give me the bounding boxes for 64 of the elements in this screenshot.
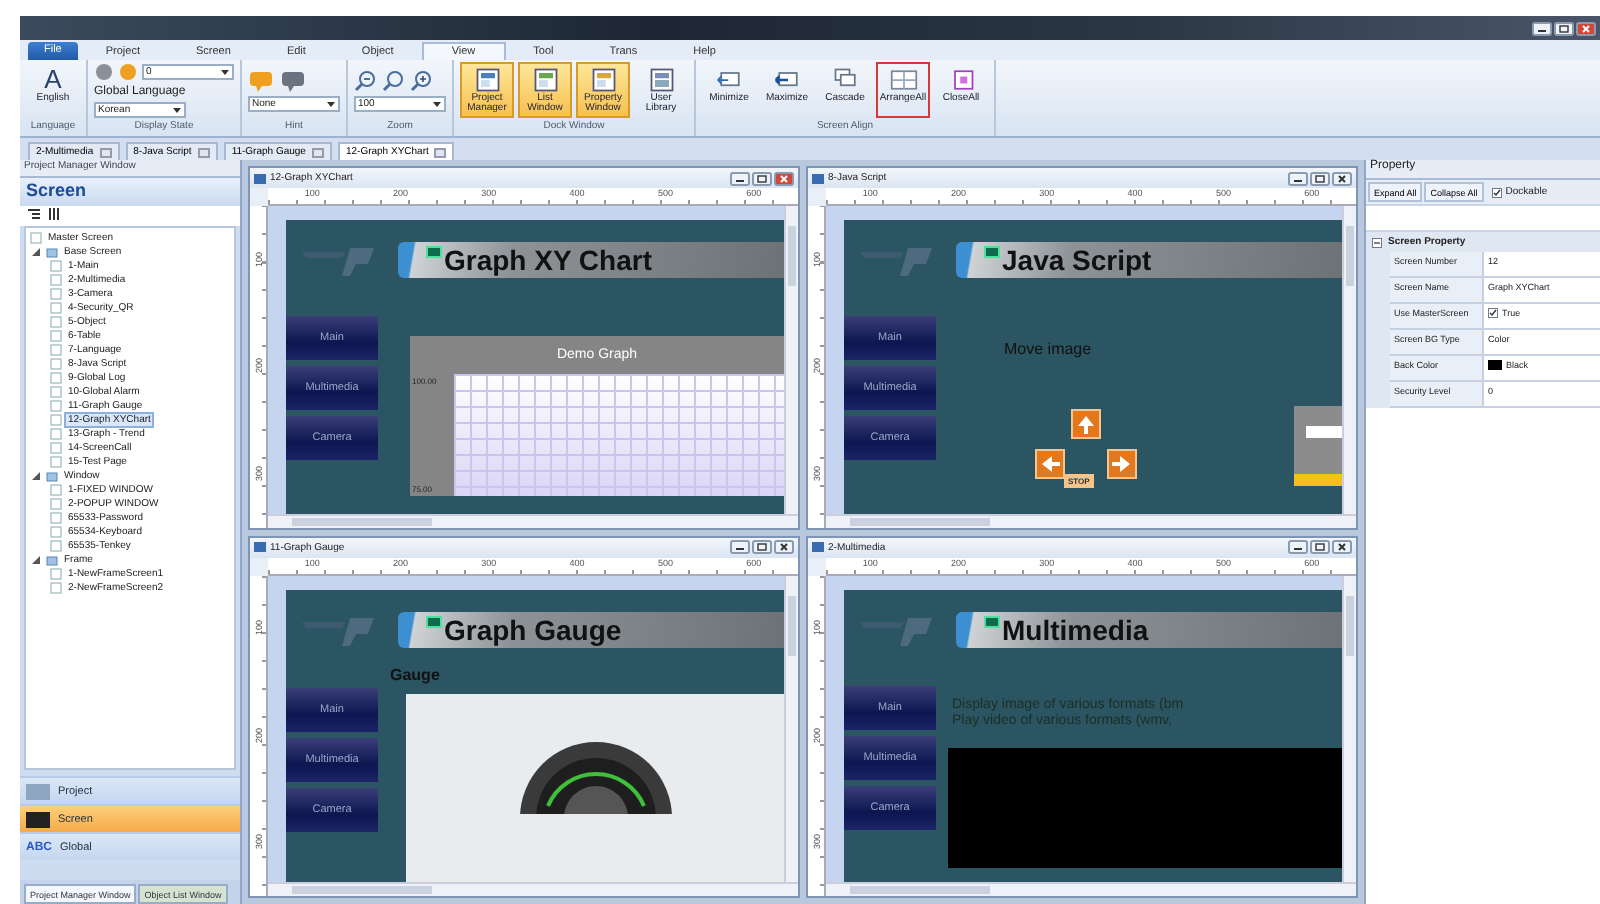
grid-icon [647,66,675,94]
minimize-icon[interactable] [730,540,750,554]
tree-view-icon[interactable] [28,208,40,220]
expand-arrow-icon[interactable] [30,553,42,565]
maximize-icon[interactable] [1310,540,1330,554]
circle-icon[interactable] [94,62,114,82]
project-icon [26,783,50,799]
window-icon [812,542,824,552]
magnifier-icon[interactable] [382,69,404,91]
dropdown-caret-icon[interactable] [432,99,442,107]
close-icon[interactable] [1332,171,1352,185]
maximize-icon[interactable] [752,171,772,185]
object-tag-icon [426,246,442,258]
window-icon [812,173,824,183]
scrollbar[interactable] [784,575,798,882]
maximize-icon[interactable] [752,540,772,554]
object-tag-icon [426,615,442,627]
folder-icon [46,469,58,481]
banner-title: Graph XY Chart [444,244,652,276]
banner-title: Multimedia [1002,613,1149,645]
expand-arrow-icon[interactable] [30,245,42,257]
scrollbar[interactable] [1342,206,1356,513]
window-icon [254,542,266,552]
scrollbar[interactable] [826,882,1356,896]
minimize-icon[interactable] [1288,171,1308,185]
window-icon [473,66,501,94]
magnifier-icon[interactable] [410,69,432,91]
banner-title: Java Script [1002,244,1152,276]
scrollbar[interactable] [784,206,798,513]
page-icon [30,231,42,243]
dropdown-caret-icon[interactable] [326,99,336,107]
window-icon [254,173,266,183]
panel-drawing [1294,406,1342,486]
object-tag-icon [984,615,1000,627]
minimize-icon[interactable] [1532,21,1552,35]
object-tag-icon [984,246,1000,258]
maximize-icon[interactable] [1310,171,1330,185]
caption: Gauge [390,665,440,683]
minimize-icon[interactable] [730,171,750,185]
scrollbar[interactable] [1342,575,1356,882]
caption: Move image [1004,340,1092,358]
grid-view-icon[interactable] [48,208,60,220]
dropdown-caret-icon[interactable] [172,106,182,114]
close-icon[interactable] [1576,21,1596,35]
speech-bubble-icon[interactable] [280,69,306,91]
maximize-icon[interactable] [1554,21,1574,35]
screen-icon [26,811,50,827]
banner-title: Graph Gauge [444,613,622,645]
checkbox[interactable] [1491,187,1502,197]
folder-icon [46,553,58,565]
window-icon [531,66,559,94]
collapse-icon[interactable] [1372,237,1382,247]
close-icon[interactable] [1332,540,1352,554]
window-icon [589,66,617,94]
close-icon[interactable] [774,540,794,554]
grid-icon [889,66,917,94]
expand-arrow-icon[interactable] [30,469,42,481]
checkbox[interactable] [1488,308,1498,318]
scrollbar[interactable] [268,882,798,896]
magnifier-icon[interactable] [354,69,376,91]
minimize-icon[interactable] [1288,540,1308,554]
panel-header: Screen [20,178,240,206]
dropdown-caret-icon[interactable] [220,68,230,76]
folder-icon [46,245,58,257]
